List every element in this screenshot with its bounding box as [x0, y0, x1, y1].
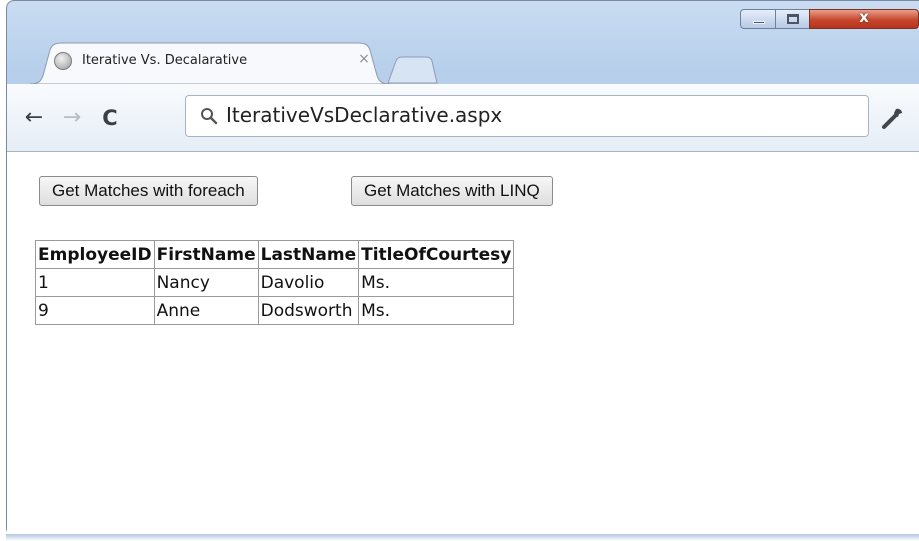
cell-lastname: Dodsworth: [257, 296, 360, 325]
close-window-button[interactable]: x: [809, 8, 919, 29]
minimize-icon: [753, 21, 765, 24]
table-row: 9 Anne Dodsworth Ms.: [35, 296, 515, 325]
page-content: Get Matches with foreach Get Matches wit…: [7, 152, 919, 534]
tab-title: Iterative Vs. Decalarative: [82, 53, 248, 68]
browser-tab[interactable]: Iterative Vs. Decalarative ×: [30, 42, 390, 84]
close-icon: x: [859, 8, 869, 26]
column-header-titleofcourtesy: TitleOfCourtesy: [358, 240, 515, 269]
new-tab-button[interactable]: [386, 56, 438, 84]
cell-lastname: Davolio: [257, 268, 360, 297]
cell-employeeid: 9: [35, 296, 155, 325]
table-row: 1 Nancy Davolio Ms.: [35, 268, 515, 297]
column-header-lastname: LastName: [257, 240, 360, 269]
cell-titleofcourtesy: Ms.: [358, 268, 515, 297]
employee-table: EmployeeID FirstName LastName TitleOfCou…: [35, 240, 515, 325]
forward-button[interactable]: →: [59, 106, 85, 132]
column-header-employeeid: EmployeeID: [35, 240, 155, 269]
wrench-icon[interactable]: [879, 106, 905, 132]
reload-button[interactable]: C: [97, 106, 123, 132]
cell-firstname: Anne: [153, 296, 259, 325]
new-tab-icon: [387, 56, 438, 84]
minimize-button[interactable]: [740, 9, 776, 29]
search-icon: [201, 108, 218, 125]
browser-toolbar: ← → C IterativeVsDeclarative.aspx: [7, 84, 919, 152]
cell-employeeid: 1: [35, 268, 155, 297]
cell-firstname: Nancy: [153, 268, 259, 297]
browser-window: x Iterative Vs. Decalarative × ← → C Ite…: [0, 0, 919, 541]
column-header-firstname: FirstName: [153, 240, 259, 269]
maximize-icon: [787, 14, 799, 24]
tab-close-icon[interactable]: ×: [356, 51, 372, 67]
get-matches-linq-button[interactable]: Get Matches with LINQ: [351, 176, 553, 206]
get-matches-foreach-button[interactable]: Get Matches with foreach: [39, 176, 258, 206]
window-bottom-edge: [6, 534, 919, 541]
maximize-button[interactable]: [775, 9, 810, 29]
globe-icon: [54, 52, 72, 70]
back-button[interactable]: ←: [21, 106, 47, 132]
address-bar[interactable]: IterativeVsDeclarative.aspx: [185, 95, 869, 137]
url-text: IterativeVsDeclarative.aspx: [226, 103, 503, 127]
cell-titleofcourtesy: Ms.: [358, 296, 515, 325]
table-header-row: EmployeeID FirstName LastName TitleOfCou…: [35, 240, 515, 269]
